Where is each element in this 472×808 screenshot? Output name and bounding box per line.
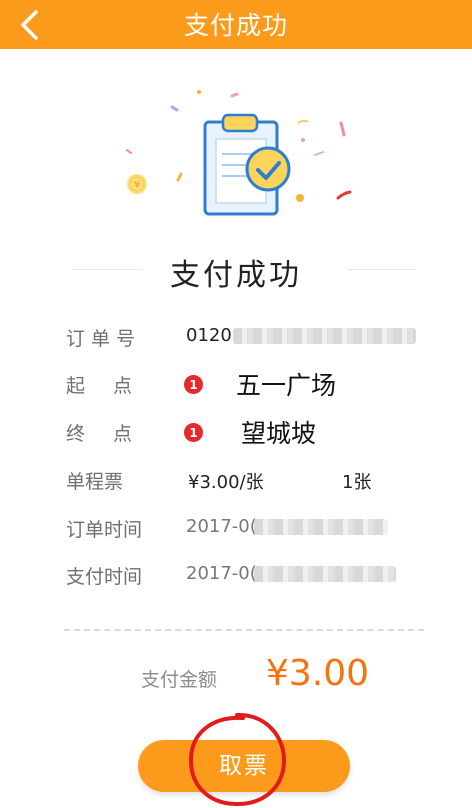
start-station-row: 起点 1 五一广场 <box>66 367 426 400</box>
order-number-value: 0120 <box>186 325 232 346</box>
amount-value: ¥3.00 <box>266 653 370 694</box>
app-header: 支付成功 <box>0 0 472 49</box>
fare-row: 单程票 ¥3.00/张 1张 <box>66 463 426 495</box>
line-1-badge: 1 <box>184 423 203 442</box>
fare-value: ¥3.00/张 <box>188 472 264 493</box>
page-title: 支付成功 <box>183 11 288 40</box>
title-divider-right <box>348 269 416 270</box>
get-ticket-button[interactable]: 取票 <box>138 740 350 792</box>
success-title-row: 支付成功 <box>0 250 472 293</box>
svg-text:¥: ¥ <box>134 180 140 191</box>
pay-time-value: 2017-0( <box>186 563 257 584</box>
order-time-label: 订单时间 <box>66 519 143 541</box>
end-label: 终点 <box>66 423 161 445</box>
start-station: 五一广场 <box>236 371 337 400</box>
pay-time-label: 支付时间 <box>66 566 143 588</box>
redacted-pay-time <box>254 566 396 582</box>
order-number-row: 订单号 0120 <box>66 320 426 352</box>
redacted-order-number <box>233 328 416 344</box>
order-number-label: 订单号 <box>66 328 142 350</box>
end-station: 望城坡 <box>241 419 317 448</box>
order-time-value: 2017-0( <box>186 516 257 537</box>
redacted-order-time <box>254 519 388 535</box>
end-station-row: 终点 1 望城坡 <box>66 415 426 448</box>
ticket-quantity: 1张 <box>342 472 372 493</box>
start-label: 起点 <box>66 375 161 397</box>
success-title: 支付成功 <box>170 258 302 293</box>
pay-time-row: 支付时间 2017-0( <box>66 558 426 590</box>
dashed-divider <box>64 629 424 631</box>
line-1-badge: 1 <box>184 375 203 394</box>
order-time-row: 订单时间 2017-0( <box>66 511 426 543</box>
fare-label: 单程票 <box>66 471 124 493</box>
amount-label: 支付金额 <box>141 669 218 691</box>
clipboard-check-icon: ¥ <box>126 90 352 216</box>
